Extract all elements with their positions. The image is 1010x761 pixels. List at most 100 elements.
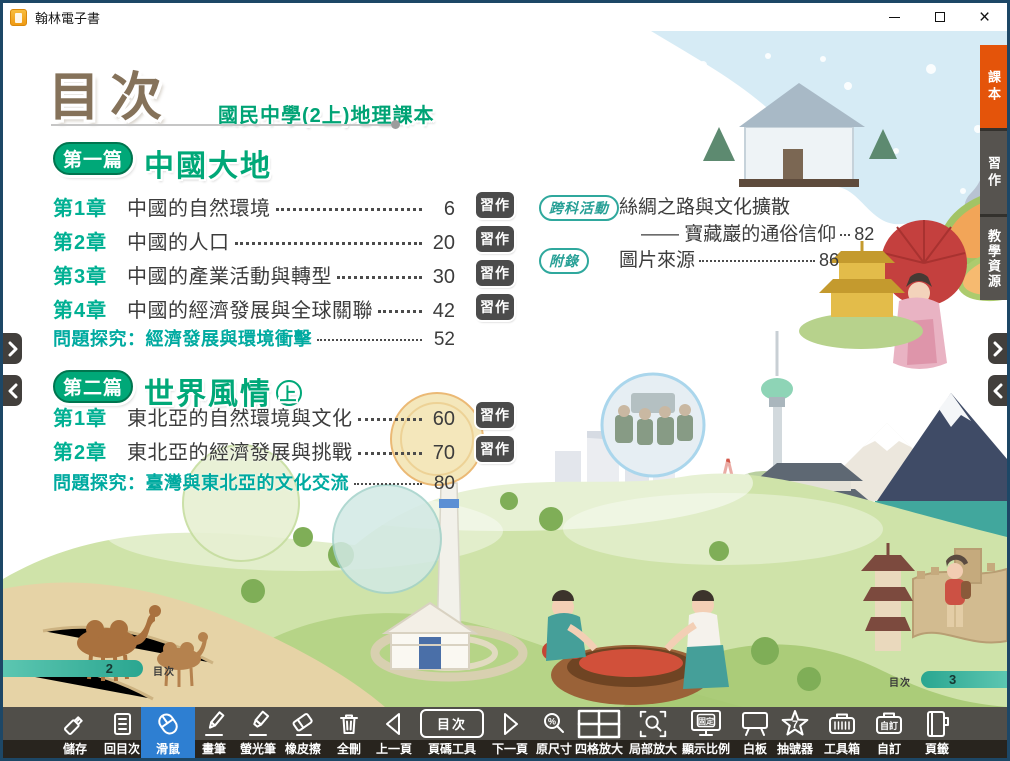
chapter-number: 第1章 [53, 192, 119, 221]
page-tool-button[interactable]: 目次 [420, 709, 484, 738]
chapter-number: 第1章 [53, 402, 119, 431]
window-controls: × [872, 3, 1007, 31]
svg-text:%: % [548, 716, 556, 726]
chapter-page: 70 [427, 442, 455, 465]
left-back-arrow[interactable] [3, 375, 22, 406]
soldier-photo [602, 374, 704, 476]
chevron-right-icon [8, 341, 18, 357]
toolbar-item-partial-zoom[interactable]: 局部放大 [623, 707, 683, 758]
chapter-title: 中國的產業活動與轉型 [127, 260, 332, 289]
chapter-title: 中國的人口 [127, 226, 230, 255]
workbook-badge[interactable]: 習作 [476, 192, 514, 218]
toc-row[interactable]: 第3章 中國的產業活動與轉型 30 [53, 260, 455, 289]
cross-subject-activity-row[interactable]: 跨科活動 絲綢之路與文化擴散 [539, 192, 839, 221]
section-1-title: 中國大地 [144, 141, 272, 185]
workbook-badge[interactable]: 習作 [476, 226, 514, 252]
toolbar-item-page-tab[interactable]: 頁籤 [907, 707, 967, 758]
minimize-button[interactable] [872, 3, 917, 31]
resource-tabs: 課本 習作 教學資源 [980, 45, 1007, 300]
star-number-icon: 7 [778, 708, 812, 740]
display-ratio-icon: 固定 [689, 708, 723, 740]
right-back-arrow[interactable] [988, 375, 1007, 406]
chapter-page: 20 [427, 232, 455, 255]
section-2-badge: 第二篇 [53, 370, 133, 403]
chapter-number: 第4章 [53, 294, 119, 323]
workbook-badge[interactable]: 習作 [476, 294, 514, 320]
cross-subject-activity-row-2[interactable]: —— 寶藏巖的通俗信仰 82 [539, 219, 839, 246]
left-page-label: 目次 [153, 663, 175, 678]
chapter-page: 60 [427, 408, 455, 431]
toc-row[interactable]: 第2章 中國的人口 20 [53, 226, 455, 255]
chapter-title: 東北亞的自然環境與文化 [127, 402, 353, 431]
toc-row[interactable]: 第1章 東北亞的自然環境與文化 60 [53, 402, 455, 431]
toolbar-item-prev-page[interactable]: 上一頁 [364, 707, 424, 758]
dot-leader [699, 260, 815, 262]
workbook-badge[interactable]: 習作 [476, 436, 514, 462]
chapter-page: 42 [427, 300, 455, 323]
page-tab-icon [920, 708, 954, 740]
explore-title: 問題探究：經濟發展與環境衝擊 [53, 325, 312, 351]
right-forward-arrow[interactable] [988, 333, 1007, 364]
book-page: 目次 國民中學(2上)地理課本 第一篇 中國大地 第1章 中國的自然環境 6 第… [3, 31, 1007, 707]
chapter-page: 30 [427, 266, 455, 289]
dot-leader [337, 276, 422, 279]
chapter-number: 第2章 [53, 226, 119, 255]
svg-text:固定: 固定 [698, 716, 714, 726]
app-window: 翰林電子書 × [0, 0, 1010, 761]
toolbar-item-page-tool[interactable]: 目次 頁碼工具 [416, 707, 488, 758]
tab-workbook[interactable]: 習作 [980, 131, 1007, 214]
toolbar-item-four-grid-zoom[interactable]: 四格放大 [569, 707, 629, 758]
explore-row[interactable]: 問題探究：臺灣與東北亞的文化交流 80 [53, 469, 455, 495]
toc-row[interactable]: 第4章 中國的經濟發展與全球關聯 42 [53, 294, 455, 323]
highlighter-icon [243, 709, 273, 739]
close-icon: × [979, 8, 990, 27]
dot-leader [354, 483, 422, 485]
four-grid-icon [577, 708, 621, 740]
title-bar: 翰林電子書 × [3, 3, 1007, 31]
maximize-icon [935, 12, 945, 22]
eraser-icon [288, 709, 318, 739]
app-logo-icon [10, 9, 27, 26]
right-page-number-pill: 3 [921, 671, 1007, 688]
dot-leader [840, 234, 850, 236]
chapter-title: 東北亞的經濟發展與挑戰 [127, 436, 353, 465]
workbook-badge[interactable]: 習作 [476, 260, 514, 286]
trash-icon [334, 709, 364, 739]
maximize-button[interactable] [917, 3, 962, 31]
appendix-badge: 附錄 [539, 248, 589, 274]
chapter-number: 第3章 [53, 260, 119, 289]
toc-row[interactable]: 第1章 中國的自然環境 6 [53, 192, 455, 221]
bottom-toolbar: 儲存 回目次 滑鼠 畫筆 螢光筆 橡皮擦 全刪 上一頁 [3, 707, 1007, 758]
dot-leader [235, 242, 423, 245]
toc-list-icon [107, 709, 137, 739]
dot-leader [317, 339, 422, 341]
section-1-badge: 第一篇 [53, 142, 133, 175]
left-forward-arrow[interactable] [3, 333, 22, 364]
usb-save-icon [60, 709, 90, 739]
extra-page: 82 [854, 224, 874, 245]
explore-page: 80 [427, 473, 455, 495]
window-title: 翰林電子書 [35, 8, 100, 27]
chevron-left-icon [993, 383, 1003, 399]
tab-teaching-resources[interactable]: 教學資源 [980, 217, 1007, 300]
explore-row[interactable]: 問題探究：經濟發展與環境衝擊 52 [53, 325, 455, 351]
minimize-icon [889, 17, 900, 18]
appendix-row[interactable]: 附錄 圖片來源 86 [539, 245, 839, 274]
right-page-label: 目次 [889, 674, 911, 689]
toc-row[interactable]: 第2章 東北亞的經濟發展與挑戰 70 [53, 436, 455, 465]
dot-leader [378, 310, 422, 313]
zoom-percent-icon: % [539, 709, 569, 739]
explore-page: 52 [427, 329, 455, 351]
toolbox-icon [825, 708, 859, 740]
geisha-umbrella [881, 220, 967, 369]
extra-subtitle: —— 寶藏巖的通俗信仰 [641, 219, 836, 246]
dot-leader [358, 452, 423, 455]
pen-icon [199, 709, 229, 739]
extra-title: 絲綢之路與文化擴散 [619, 192, 790, 219]
workbook-badge[interactable]: 習作 [476, 402, 514, 428]
close-button[interactable]: × [962, 3, 1007, 31]
explore-title: 問題探究：臺灣與東北亞的文化交流 [53, 469, 349, 495]
header-rule-dot [391, 120, 400, 129]
header-rule [51, 124, 391, 126]
tab-textbook[interactable]: 課本 [980, 45, 1007, 128]
